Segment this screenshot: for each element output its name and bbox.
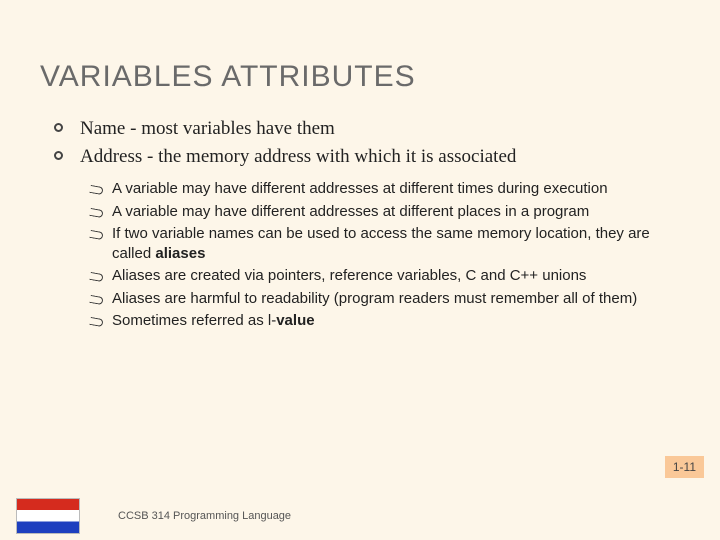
sub-bullet: A variable may have different addresses … xyxy=(90,179,672,199)
footer: CCSB 314 Programming Language xyxy=(0,492,720,540)
sub-bullet: Sometimes referred as l-value xyxy=(90,311,672,331)
page-number-badge: 1-11 xyxy=(665,456,704,478)
sub-bullet: Aliases are created via pointers, refere… xyxy=(90,266,672,286)
bullet-name: Name - most variables have them xyxy=(54,116,680,142)
sub-bullet: If two variable names can be used to acc… xyxy=(90,224,672,265)
university-logo xyxy=(16,498,80,534)
sub-bullet: A variable may have different addresses … xyxy=(90,202,672,222)
text: Sometimes referred as l- xyxy=(112,312,276,329)
bullet-address: Address - the memory address with which … xyxy=(54,144,680,170)
sub-bullet: Aliases are harmful to readability (prog… xyxy=(90,289,672,309)
main-bullet-list: Name - most variables have them Address … xyxy=(54,116,680,169)
footer-text: CCSB 314 Programming Language xyxy=(118,510,291,522)
slide-title: VARIABLES ATTRIBUTES xyxy=(40,60,680,94)
bold-term: aliases xyxy=(155,245,205,262)
sub-bullet-list: A variable may have different addresses … xyxy=(90,179,680,331)
bold-term: value xyxy=(276,312,314,329)
slide: VARIABLES ATTRIBUTES Name - most variabl… xyxy=(0,0,720,540)
